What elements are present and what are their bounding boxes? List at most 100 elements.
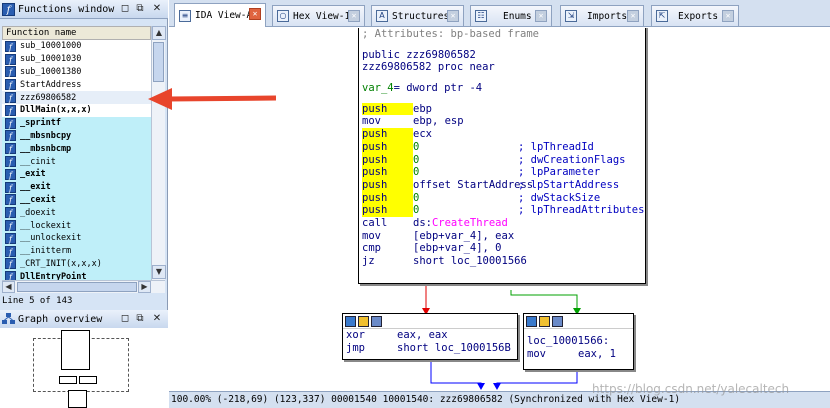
function-list-item[interactable]: f sub_10001000 [2, 40, 151, 53]
api-name[interactable]: CreateThread [432, 217, 508, 229]
mnemonic: push [362, 166, 413, 179]
block-rename-icon[interactable] [358, 315, 369, 327]
instruction-line[interactable]: push offset StartAddress; lpStartAddress [359, 178, 645, 192]
tab-imports[interactable]: ⇲ Imports ✕ [560, 5, 644, 26]
comment: ; lpThreadId [518, 140, 594, 153]
function-icon: f [5, 156, 16, 168]
tab-ida-view-a[interactable]: ≡ IDA View-A ✕ [174, 3, 266, 27]
function-list-item[interactable]: f sub_10001380 [2, 66, 151, 79]
instruction-line[interactable]: push ecx [359, 128, 645, 141]
function-list-item[interactable]: f __exit [2, 180, 151, 194]
function-list-item[interactable]: f __lockexit [2, 219, 151, 232]
scroll-right-icon[interactable]: ▶ [138, 281, 151, 293]
instruction-line[interactable]: push 0 ; lpThreadAttributes [359, 204, 645, 217]
tab-structures[interactable]: A Structures ✕ [371, 5, 464, 26]
block-color-icon[interactable] [345, 315, 356, 327]
instruction-line[interactable]: push 0 ; lpThreadId [359, 140, 645, 154]
restore-icon[interactable]: ◻ [118, 2, 132, 16]
instruction-line[interactable]: push 0 ; dwCreationFlags [359, 153, 645, 167]
mnemonic: jmp [346, 341, 365, 354]
function-list-item[interactable]: f _sprintf [2, 116, 151, 130]
graph-overview-icon [2, 313, 15, 325]
close-icon[interactable]: ✕ [150, 312, 164, 326]
function-list-item[interactable]: f zzz69806582 [2, 91, 151, 104]
function-name: __mbsnbcpy [20, 130, 72, 141]
float-icon[interactable]: ⧉ [133, 312, 147, 326]
overview-end-block [68, 390, 87, 408]
block-rename-icon[interactable] [539, 315, 550, 327]
float-icon[interactable]: ⧉ [133, 2, 147, 16]
function-icon: f [5, 117, 16, 129]
block-group-icon[interactable] [552, 315, 563, 327]
instruction-line[interactable]: call ds:CreateThread [359, 217, 645, 230]
function-name: zzz69806582 [20, 92, 77, 103]
instruction-line[interactable]: push ebp [359, 102, 645, 116]
function-icon: f [5, 168, 16, 180]
instruction-line[interactable]: cmp [ebp+var_4], 0 [359, 242, 645, 255]
function-name: __lockexit [20, 220, 72, 231]
scroll-thumb[interactable] [153, 42, 164, 82]
instruction-line[interactable]: mov ebp, esp [359, 115, 645, 128]
function-list-item[interactable]: f __cexit [2, 193, 151, 207]
block-group-icon[interactable] [371, 315, 382, 327]
close-icon[interactable]: ✕ [447, 10, 459, 22]
loc-10001566-block[interactable]: loc_10001566: mov eax, 1 [523, 313, 634, 370]
function-list-item[interactable]: f __mbsnbcpy [2, 129, 151, 143]
function-list-vscrollbar[interactable]: ▲ ▼ [151, 26, 166, 280]
function-list-hscrollbar[interactable]: ◀ ▶ [2, 280, 165, 293]
close-icon[interactable]: ✕ [150, 2, 164, 16]
function-list-item[interactable]: f __mbsnbcmp [2, 142, 151, 156]
close-icon[interactable]: ✕ [348, 10, 360, 22]
block-toolbar [343, 314, 517, 329]
graph-overview-title: Graph overview [18, 313, 103, 325]
tab-label: Imports [587, 10, 628, 22]
function-list-item[interactable]: f _exit [2, 167, 151, 181]
xor-jmp-block[interactable]: xor eax, eax jmp short loc_1000156B [342, 313, 518, 360]
function-name: StartAddress [20, 79, 82, 90]
function-list-item[interactable]: f __cinit [2, 155, 151, 168]
graph-overview-canvas[interactable] [0, 328, 168, 408]
function-name-column-header[interactable]: Function name [2, 26, 151, 40]
function-name: __cinit [20, 156, 56, 167]
function-name: __unlockexit [20, 233, 82, 244]
comment: ; lpStartAddress [518, 178, 620, 191]
tab-enums[interactable]: ☷ Enums ✕ [470, 5, 552, 26]
function-list-item[interactable]: f DllEntryPoint [2, 270, 151, 280]
operands: ebp [413, 102, 432, 115]
annotation-arrow [148, 88, 277, 110]
function-list-item[interactable]: f sub_10001030 [2, 53, 151, 66]
mnemonic: push [362, 128, 413, 141]
operands: 0 [413, 166, 420, 179]
restore-icon[interactable]: ◻ [118, 312, 132, 326]
graph-view[interactable]: ; Attributes: bp-based frame public zzz6… [169, 28, 830, 391]
function-list-item[interactable]: f StartAddress [2, 78, 151, 91]
instruction-line[interactable]: jz short loc_10001566 [359, 255, 645, 268]
block-color-icon[interactable] [526, 315, 537, 327]
hscroll-thumb[interactable] [17, 282, 137, 292]
close-icon[interactable]: ✕ [627, 10, 639, 22]
operands: [ebp+var_4], eax [413, 229, 515, 242]
main-code-block[interactable]: ; Attributes: bp-based frame public zzz6… [358, 28, 646, 284]
scroll-up-icon[interactable]: ▲ [152, 26, 166, 40]
function-list-item[interactable]: f __initterm [2, 244, 151, 258]
close-icon[interactable]: ✕ [249, 8, 261, 20]
instruction-line[interactable]: mov [ebp+var_4], eax [359, 230, 645, 243]
scroll-down-icon[interactable]: ▼ [152, 265, 166, 279]
close-icon[interactable]: ✕ [722, 10, 734, 22]
tab-bar: ≡ IDA View-A ✕ ○ Hex View-1 ✕ A Structur… [169, 0, 830, 27]
mnemonic: push [362, 140, 413, 154]
close-icon[interactable]: ✕ [535, 10, 547, 22]
scroll-left-icon[interactable]: ◀ [2, 281, 15, 293]
function-icon: f [5, 53, 16, 65]
instruction-line[interactable]: push 0 ; dwStackSize [359, 191, 645, 205]
mnemonic: push [362, 153, 413, 167]
tab-exports[interactable]: ⇱ Exports ✕ [651, 5, 739, 26]
tab-hex-view-1[interactable]: ○ Hex View-1 ✕ [272, 5, 365, 26]
function-list-item[interactable]: f DllMain(x,x,x) [2, 104, 151, 117]
function-icon: f [5, 194, 16, 206]
operands: eax, eax [397, 329, 448, 341]
function-list-item[interactable]: f _CRT_INIT(x,x,x) [2, 257, 151, 271]
instruction-line[interactable]: push 0 ; lpParameter [359, 166, 645, 179]
function-list-item[interactable]: f _doexit [2, 206, 151, 220]
function-list-item[interactable]: f __unlockexit [2, 231, 151, 245]
